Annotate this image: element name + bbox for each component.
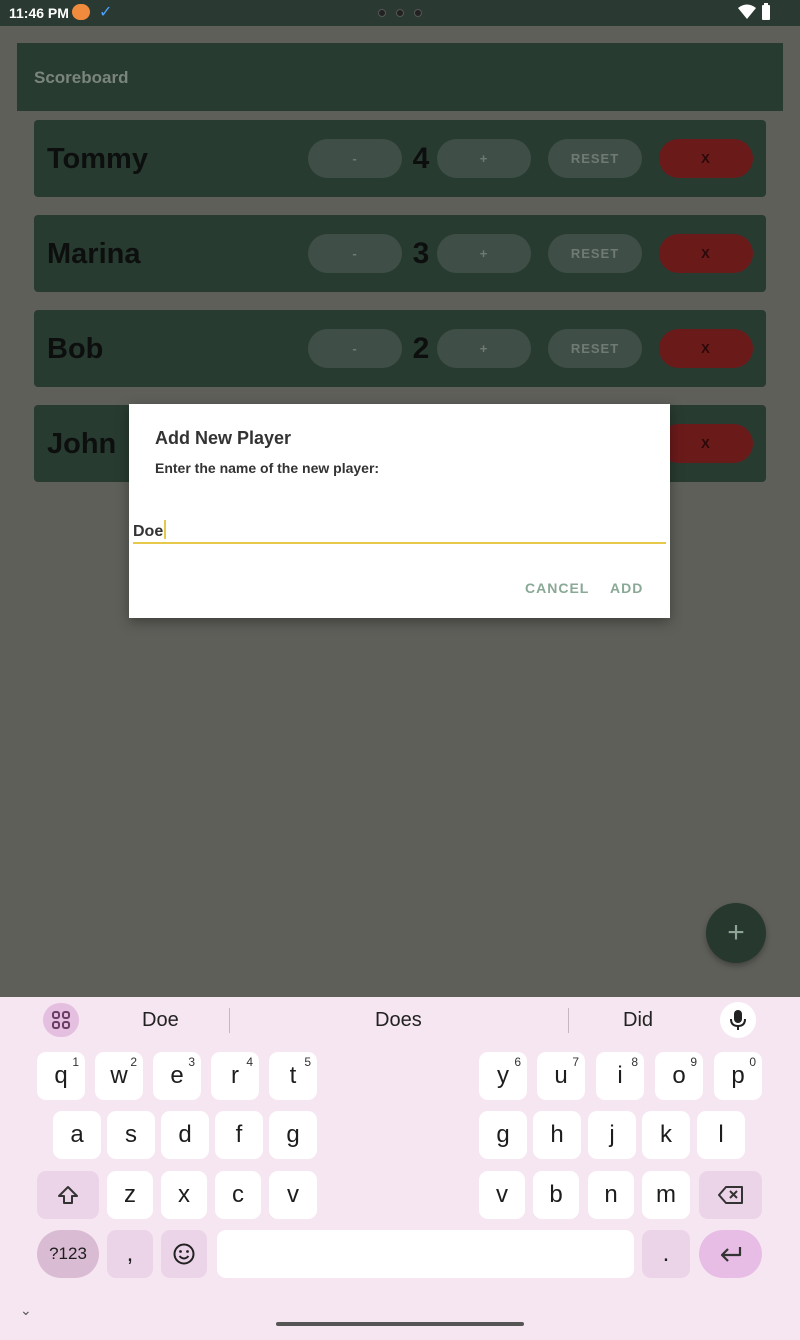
player-name: Marina	[47, 238, 141, 270]
remove-player-button[interactable]: X	[659, 139, 753, 178]
emoji-key[interactable]	[161, 1230, 207, 1278]
divider	[568, 1008, 569, 1033]
suggestion-bar: Doe Does Did	[0, 997, 800, 1043]
player-name-input[interactable]: Doe	[133, 514, 666, 544]
remove-player-button[interactable]: X	[659, 424, 753, 463]
comma-key[interactable]: ,	[107, 1230, 153, 1278]
app-bar: Scoreboard	[17, 43, 783, 111]
key-f[interactable]: f	[215, 1111, 263, 1159]
suggestion[interactable]: Doe	[142, 1009, 179, 1032]
app-title: Scoreboard	[34, 68, 129, 87]
decrement-button[interactable]: -	[308, 139, 402, 178]
key-h[interactable]: h	[533, 1111, 581, 1159]
key-a[interactable]: a	[53, 1111, 101, 1159]
camera-dots	[378, 9, 422, 17]
remove-player-button[interactable]: X	[659, 234, 753, 273]
key-u[interactable]: u7	[537, 1052, 585, 1100]
key-q[interactable]: q1	[37, 1052, 85, 1100]
wifi-icon	[738, 4, 756, 19]
reset-button[interactable]: RESET	[548, 139, 642, 178]
key-g[interactable]: g	[269, 1111, 317, 1159]
period-key[interactable]: .	[642, 1230, 690, 1278]
player-row: Bob - 2 + RESET X	[34, 310, 766, 387]
key-w[interactable]: w2	[95, 1052, 143, 1100]
dialog-title: Add New Player	[155, 428, 292, 448]
apps-grid-icon[interactable]	[43, 1003, 79, 1037]
key-k[interactable]: k	[642, 1111, 690, 1159]
key-l[interactable]: l	[697, 1111, 745, 1159]
player-name: Tommy	[47, 143, 148, 175]
microphone-icon[interactable]	[720, 1002, 756, 1038]
key-s[interactable]: s	[107, 1111, 155, 1159]
player-row: Tommy - 4 + RESET X	[34, 120, 766, 197]
symbols-key[interactable]: ?123	[37, 1230, 99, 1278]
decrement-button[interactable]: -	[308, 234, 402, 273]
increment-button[interactable]: +	[437, 329, 531, 368]
reset-button[interactable]: RESET	[548, 234, 642, 273]
key-t[interactable]: t5	[269, 1052, 317, 1100]
key-r[interactable]: r4	[211, 1052, 259, 1100]
input-value: Doe	[133, 523, 164, 540]
reset-button[interactable]: RESET	[548, 329, 642, 368]
increment-button[interactable]: +	[437, 234, 531, 273]
player-score: 3	[412, 237, 430, 270]
key-o[interactable]: o9	[655, 1052, 703, 1100]
key-y[interactable]: y6	[479, 1052, 527, 1100]
key-v[interactable]: v	[269, 1171, 317, 1219]
player-score: 4	[412, 142, 430, 175]
player-score: 2	[412, 332, 430, 365]
shift-icon	[58, 1186, 78, 1204]
key-j[interactable]: j	[588, 1111, 636, 1159]
enter-icon	[720, 1247, 741, 1262]
remove-player-button[interactable]: X	[659, 329, 753, 368]
add-player-fab[interactable]: +	[706, 903, 766, 963]
increment-button[interactable]: +	[437, 139, 531, 178]
key-v[interactable]: v	[479, 1171, 525, 1219]
key-n[interactable]: n	[588, 1171, 634, 1219]
add-button[interactable]: ADD	[610, 580, 643, 596]
key-i[interactable]: i8	[596, 1052, 644, 1100]
add-player-dialog: Add New Player Enter the name of the new…	[129, 404, 670, 618]
collapse-keyboard-icon[interactable]: ⌄	[20, 1302, 32, 1319]
suggestion[interactable]: Does	[375, 1009, 422, 1032]
status-time: 11:46 PM	[9, 5, 69, 21]
key-g[interactable]: g	[479, 1111, 527, 1159]
check-icon: ✓	[99, 4, 113, 21]
key-p[interactable]: p0	[714, 1052, 762, 1100]
emoji-icon	[173, 1243, 195, 1265]
decrement-button[interactable]: -	[308, 329, 402, 368]
dialog-message: Enter the name of the new player:	[155, 460, 380, 476]
divider	[229, 1008, 230, 1033]
player-row: Marina - 3 + RESET X	[34, 215, 766, 292]
status-bar: 11:46 PM ✓	[0, 0, 800, 26]
player-name: John	[47, 428, 117, 460]
key-e[interactable]: e3	[153, 1052, 201, 1100]
player-name: Bob	[47, 333, 104, 365]
key-z[interactable]: z	[107, 1171, 153, 1219]
key-b[interactable]: b	[533, 1171, 579, 1219]
key-d[interactable]: d	[161, 1111, 209, 1159]
enter-key[interactable]	[699, 1230, 762, 1278]
backspace-icon	[717, 1186, 743, 1204]
notification-icon	[72, 4, 90, 20]
shift-key[interactable]	[37, 1171, 99, 1219]
key-m[interactable]: m	[642, 1171, 690, 1219]
battery-icon	[762, 3, 770, 20]
text-cursor	[164, 520, 167, 539]
cancel-button[interactable]: CANCEL	[525, 580, 589, 596]
soft-keyboard: Doe Does Did q1 w2 e3 r4 t5 y6 u7 i8 o9 …	[0, 997, 800, 1340]
suggestion[interactable]: Did	[623, 1009, 653, 1032]
space-key[interactable]	[217, 1230, 634, 1278]
key-x[interactable]: x	[161, 1171, 207, 1219]
backspace-key[interactable]	[699, 1171, 762, 1219]
home-indicator[interactable]	[276, 1322, 524, 1326]
key-c[interactable]: c	[215, 1171, 261, 1219]
